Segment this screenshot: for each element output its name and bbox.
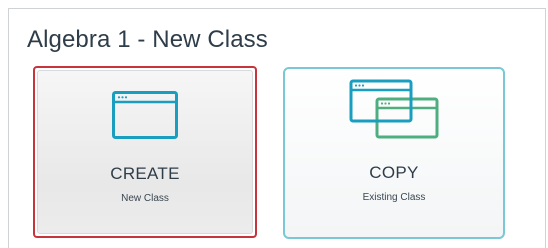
page-title: Algebra 1 - New Class	[27, 26, 268, 53]
copy-existing-class-card[interactable]: COPY Existing Class	[283, 67, 505, 239]
create-sublabel: New Class	[121, 193, 169, 204]
single-window-icon	[112, 91, 178, 139]
new-class-panel: Algebra 1 - New Class CREATE New Class C…	[8, 8, 546, 248]
create-label: CREATE	[110, 164, 180, 183]
create-card-body: CREATE New Class	[37, 70, 253, 234]
copy-label: COPY	[369, 163, 419, 182]
duplicate-window-icon	[349, 79, 439, 139]
create-new-class-card[interactable]: CREATE New Class	[33, 66, 257, 238]
copy-sublabel: Existing Class	[362, 192, 426, 203]
